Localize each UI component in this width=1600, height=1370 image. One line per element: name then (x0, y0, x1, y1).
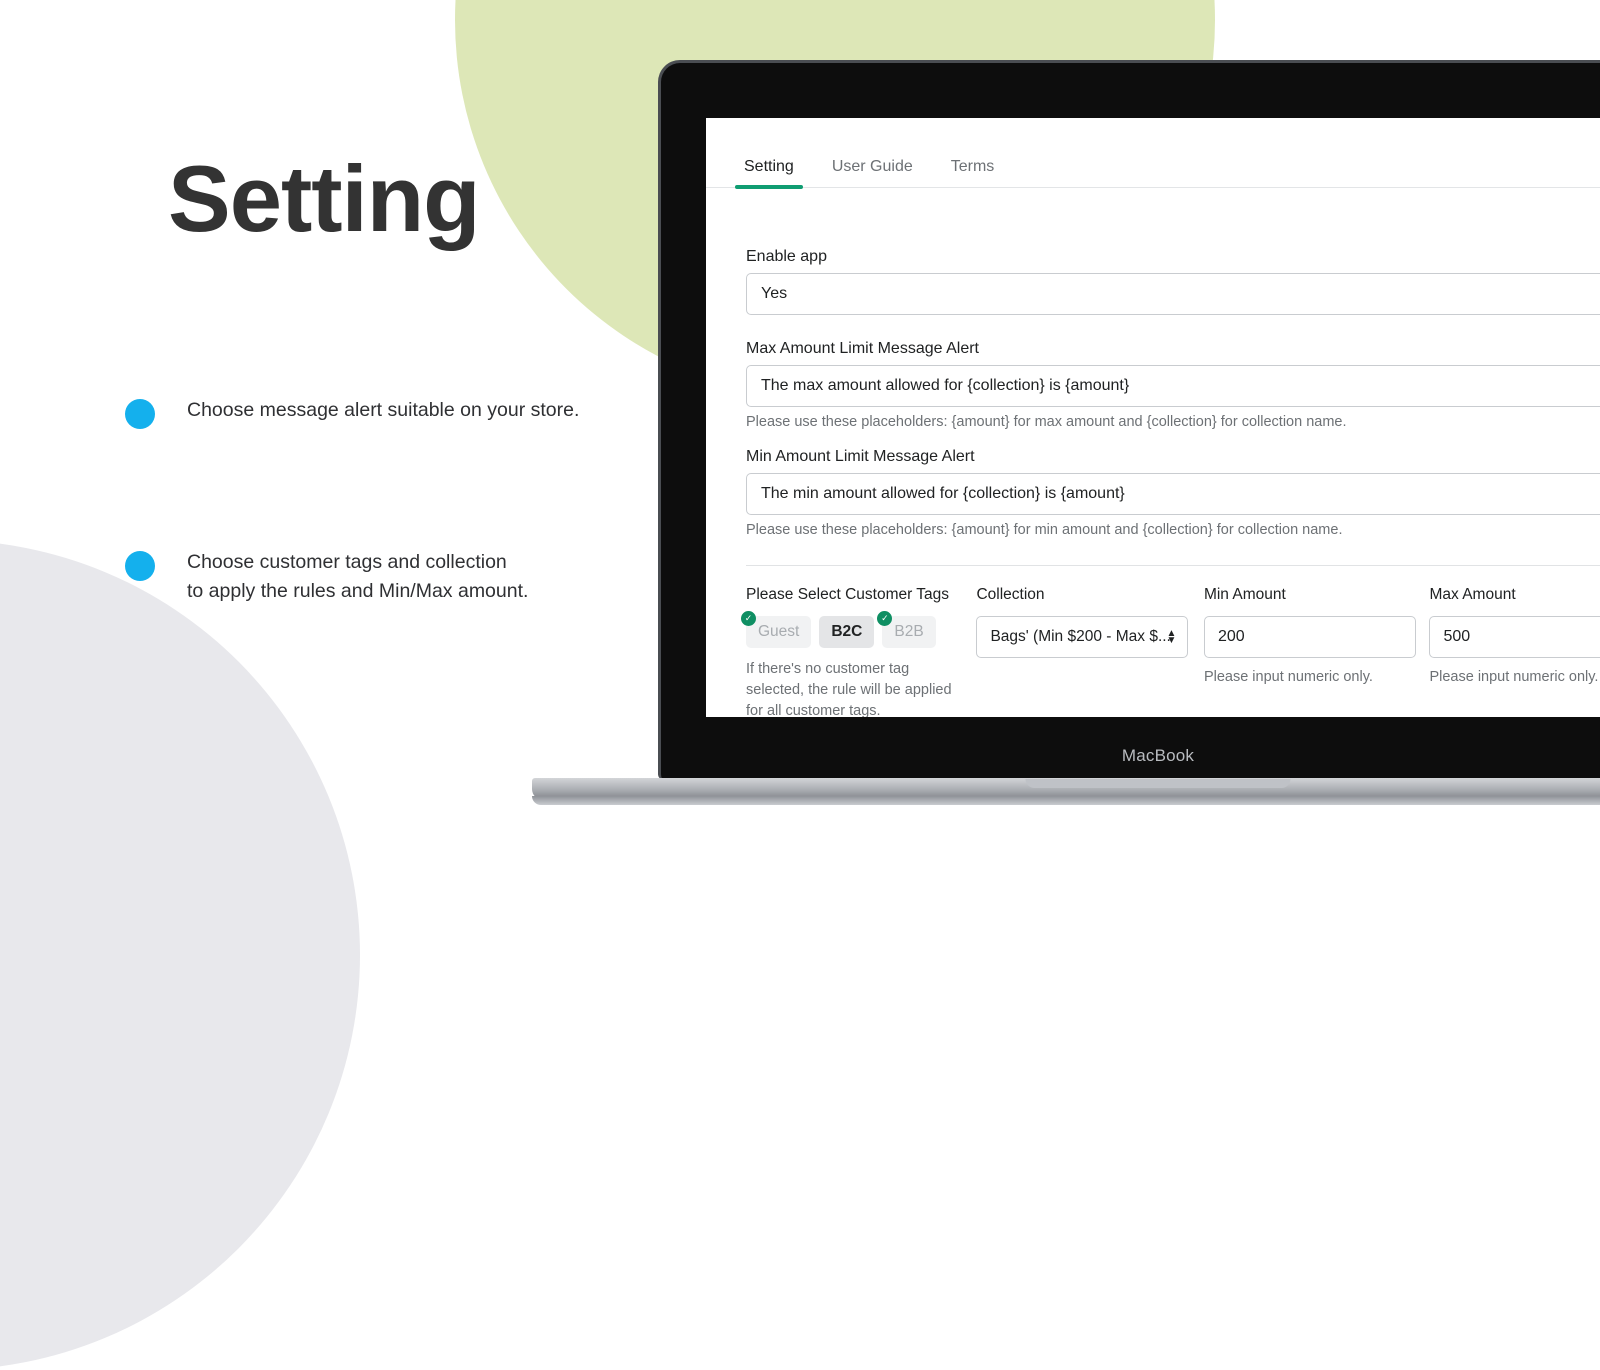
tag-chip-label: B2B (894, 623, 924, 640)
page-title: Setting (168, 146, 481, 251)
customer-tags-helper: If there's no customer tag selected, the… (746, 661, 952, 717)
collection-label: Collection (976, 586, 1045, 603)
max-message-label: Max Amount Limit Message Alert (746, 340, 979, 357)
app-window: Setting User Guide Terms Enable app Yes … (706, 118, 1600, 717)
max-message-input[interactable]: The max amount allowed for {collection} … (746, 365, 1600, 407)
laptop-mockup: Setting User Guide Terms Enable app Yes … (532, 60, 1600, 805)
max-message-helper: Please use these placeholders: {amount} … (746, 414, 1347, 430)
laptop-base-shadow (532, 796, 1600, 805)
laptop-bezel: Setting User Guide Terms Enable app Yes … (658, 60, 1600, 780)
rules-row: Please Select Customer Tags ✓ Guest B2C (741, 586, 1600, 717)
tag-chip-guest[interactable]: ✓ Guest (741, 611, 812, 648)
settings-form: Enable app Yes Max Amount Limit Message … (706, 188, 1600, 717)
collection-select[interactable]: Bags' (Min $200 - Max $... ▲ ▼ (976, 616, 1189, 658)
promo-panel: Setting Choose message alert suitable on… (0, 0, 660, 900)
tag-chip-b2b[interactable]: ✓ B2B (877, 611, 936, 648)
customer-tags-list: ✓ Guest B2C ✓ B2B (741, 611, 976, 648)
customer-tags-column: Please Select Customer Tags ✓ Guest B2C (741, 586, 976, 717)
enable-app-label: Enable app (746, 248, 827, 265)
customer-tags-label: Please Select Customer Tags (746, 586, 950, 603)
tag-chip-label: Guest (758, 623, 800, 640)
tab-bar: Setting User Guide Terms (706, 118, 1600, 189)
promo-bullet-item: Choose message alert suitable on your st… (125, 396, 579, 429)
min-amount-helper: Please input numeric only. (1203, 669, 1373, 685)
promo-bullet-text: Choose customer tags and collection to a… (187, 551, 529, 602)
collection-select-value: Bags' (Min $200 - Max $... (990, 628, 1171, 645)
bullet-dot-icon (125, 399, 155, 429)
promo-bullet-text: Choose message alert suitable on your st… (187, 399, 580, 421)
min-amount-column: Min Amount 200 Please input numeric only… (1203, 586, 1430, 685)
min-amount-label: Min Amount (1203, 586, 1286, 603)
max-amount-column: Max Amount 500 Please input numeric only… (1429, 586, 1600, 685)
tag-chip-label: B2C (831, 623, 863, 640)
min-message-helper: Please use these placeholders: {amount} … (746, 522, 1343, 538)
section-divider (746, 565, 1600, 566)
promo-bullet-item: Choose customer tags and collection to a… (125, 548, 528, 606)
min-message-label: Min Amount Limit Message Alert (746, 448, 975, 465)
laptop-screen: Setting User Guide Terms Enable app Yes … (706, 118, 1600, 717)
laptop-base-notch (1025, 779, 1291, 788)
tag-chip-b2c[interactable]: B2C (819, 616, 875, 648)
max-amount-helper: Please input numeric only. (1429, 669, 1599, 685)
check-icon: ✓ (877, 611, 893, 626)
bullet-dot-icon (125, 551, 155, 581)
enable-app-select[interactable]: Yes (746, 273, 1600, 315)
macbook-brand-label: MacBook (1121, 746, 1195, 765)
collection-column: Collection Bags' (Min $200 - Max $... ▲ ▼ (976, 586, 1204, 658)
min-message-input[interactable]: The min amount allowed for {collection} … (746, 473, 1600, 515)
tab-terms[interactable]: Terms (951, 158, 995, 187)
max-amount-input[interactable]: 500 (1429, 616, 1600, 658)
chevron-updown-icon[interactable]: ▲ ▼ (1167, 629, 1177, 646)
max-amount-label: Max Amount (1429, 586, 1516, 603)
tab-user-guide[interactable]: User Guide (832, 158, 913, 187)
check-icon: ✓ (741, 611, 756, 626)
tab-setting[interactable]: Setting (735, 158, 803, 189)
min-amount-input[interactable]: 200 (1203, 616, 1416, 658)
